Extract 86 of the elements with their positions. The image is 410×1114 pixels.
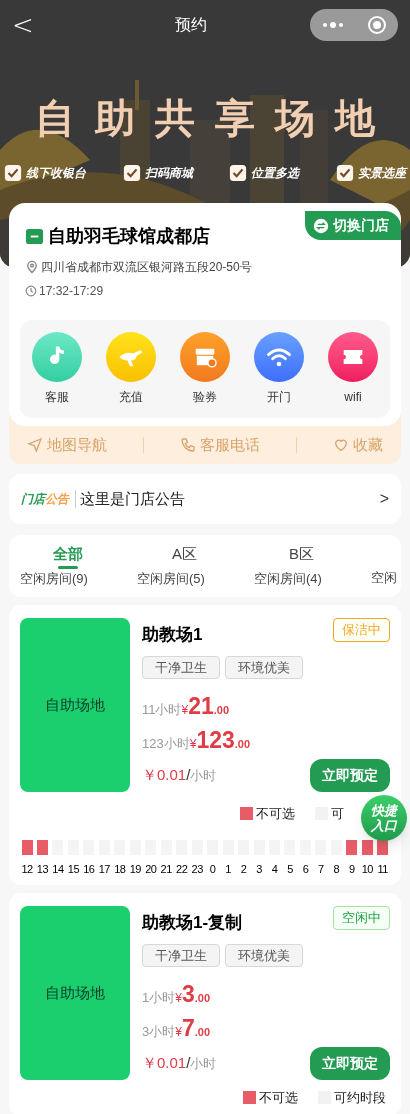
store-name: 自助羽毛球馆成都店 [48, 225, 210, 248]
capsule-menu[interactable] [310, 9, 398, 41]
zone-tab[interactable]: B区 空闲房间(4) [243, 535, 360, 597]
book-button[interactable]: 立即预定 [310, 759, 390, 792]
heart-icon [333, 437, 349, 453]
hourly-rate: ￥0.01/小时 [142, 765, 217, 786]
hour-label: 5 [287, 861, 293, 877]
location-pin-icon [25, 260, 39, 274]
hour-label: 11 [377, 861, 388, 877]
phone-icon [180, 437, 196, 453]
hour-label: 17 [98, 861, 110, 877]
hour-label: 3 [256, 861, 262, 877]
hourly-rate: ￥0.01/小时 [142, 1053, 217, 1074]
package-price: 11小时¥21.00 [142, 692, 231, 721]
storefront-icon [180, 332, 230, 382]
hour-label: 9 [349, 861, 355, 877]
notice-badge: 门店公告 [21, 490, 76, 508]
action-label[interactable]: wifi [344, 388, 362, 406]
package-price: 1小时¥3.00 [142, 980, 211, 1009]
venue-name: 助教场1-复制 [142, 912, 243, 934]
hour-label: 12 [21, 861, 33, 877]
hour-label: 2 [240, 861, 247, 877]
status-badge: 空闲中 [333, 906, 390, 930]
action-label[interactable]: 充值 [119, 388, 143, 406]
chevron-icon: > [379, 487, 389, 511]
feature-tag: 干净卫生 [142, 943, 220, 967]
hour-label: 16 [83, 861, 95, 877]
hour-label: 10 [361, 861, 373, 877]
action-label[interactable]: 验券 [193, 388, 217, 406]
hour-label: 6 [302, 861, 309, 877]
banner-headline: 自助共享场地 [34, 95, 396, 142]
legend-label: 可 [331, 805, 344, 823]
hour-label: 21 [160, 861, 172, 877]
back-button[interactable]: < [12, 5, 72, 45]
zone-tab[interactable]: 空闲 [360, 535, 401, 597]
photo-label: 自助场地 [45, 694, 105, 715]
feature-tag: 环境优美 [225, 943, 303, 967]
legend-swatch [243, 1091, 256, 1105]
legend-label: 可约时段 [334, 1089, 386, 1107]
store-address: 四川省成都市双流区银河路五段20-50号 [41, 259, 252, 276]
store-icon [25, 227, 44, 246]
swap-icon [313, 217, 329, 234]
clock-icon [25, 285, 37, 297]
hour-label: 22 [176, 861, 188, 877]
hour-label: 7 [318, 861, 324, 877]
hour-label: 15 [67, 861, 80, 877]
legend-label: 不可选 [256, 805, 295, 823]
legend-label: 不可选 [259, 1089, 298, 1107]
opening-hours: 17:32-17:29 [39, 283, 104, 300]
package-price: 3小时¥7.00 [142, 1014, 211, 1043]
more-icon [321, 21, 344, 29]
zone-tab[interactable]: A区 空闲房间(5) [126, 535, 243, 597]
feature-label: 线下收银台 [26, 165, 86, 182]
hour-label: 1 [225, 861, 231, 877]
notice-bar[interactable]: 门店公告 这里是门店公告 > [9, 474, 401, 524]
package-price: 123小时¥123.00 [142, 726, 252, 755]
navigation-arrow-icon [27, 437, 43, 453]
switch-store-button[interactable]: 切换门店 [305, 211, 401, 240]
hour-label: 20 [145, 861, 157, 877]
action-label[interactable]: 开门 [267, 388, 291, 406]
feature-tag: 干净卫生 [142, 655, 220, 679]
hour-label: 8 [333, 861, 340, 877]
close-icon [366, 15, 387, 35]
hour-label: 0 [209, 861, 216, 877]
action-label[interactable]: 客服 [45, 388, 69, 406]
feature-label: 位置多选 [251, 165, 300, 182]
page-title: 预约 [175, 15, 207, 35]
notice-text: 这里是门店公告 [80, 488, 186, 509]
ticket-icon [328, 332, 378, 382]
zone-tab[interactable]: 全部 空闲房间(9) [9, 535, 126, 597]
book-button[interactable]: 立即预定 [310, 1047, 390, 1080]
feature-tag: 环境优美 [225, 655, 303, 679]
feature-label: 扫码商城 [144, 165, 193, 182]
hour-label: 14 [52, 861, 64, 877]
status-badge: 保洁中 [333, 618, 390, 642]
photo-label: 自助场地 [45, 982, 105, 1003]
hour-label: 13 [36, 861, 49, 877]
venue-name: 助教场1 [142, 624, 203, 646]
feature-label: 实景选座 [357, 165, 406, 182]
hour-label: 23 [191, 861, 203, 877]
music-note-icon [32, 332, 82, 382]
hour-label: 4 [271, 861, 278, 877]
hour-label: 19 [129, 861, 141, 877]
legend-swatch [240, 807, 253, 821]
hour-label: 18 [114, 861, 126, 877]
wifi-icon [254, 332, 304, 382]
